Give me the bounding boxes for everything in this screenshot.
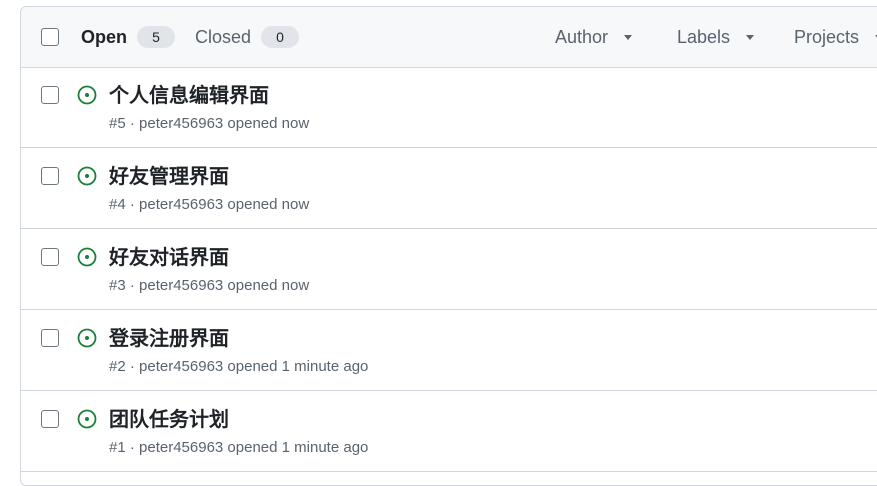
issue-checkbox[interactable]: [41, 167, 59, 185]
issue-row[interactable]: 登录注册界面 #2 · peter456963 opened 1 minute …: [21, 310, 877, 391]
triangle-down-icon: [624, 34, 633, 40]
closed-count-badge: 0: [261, 26, 300, 48]
issue-title-link[interactable]: 登录注册界面: [109, 322, 229, 351]
issue-title-link[interactable]: 好友管理界面: [109, 160, 229, 189]
issue-title-link[interactable]: 个人信息编辑界面: [109, 79, 269, 108]
issue-title-link[interactable]: 好友对话界面: [109, 241, 229, 270]
triangle-down-icon: [746, 34, 755, 40]
issue-checkbox[interactable]: [41, 410, 59, 428]
projects-filter-dropdown[interactable]: Projects: [794, 25, 877, 49]
tab-closed-label: Closed: [195, 26, 252, 47]
tab-closed[interactable]: Closed 0: [195, 25, 300, 49]
select-all-checkbox[interactable]: [41, 28, 59, 46]
issue-row[interactable]: 个人信息编辑界面 #5 · peter456963 opened now: [21, 67, 877, 148]
author-filter-dropdown[interactable]: Author: [555, 25, 633, 49]
issues-list-header: Open 5 Closed 0 Author Labels Projects: [21, 7, 877, 68]
issue-opened-icon: [77, 328, 97, 348]
issue-row[interactable]: 团队任务计划 #1 · peter456963 opened 1 minute …: [21, 391, 877, 472]
open-count-badge: 5: [137, 26, 176, 48]
issue-meta: #2 · peter456963 opened 1 minute ago: [109, 358, 369, 375]
issue-title-link[interactable]: 团队任务计划: [109, 403, 229, 432]
issue-opened-icon: [77, 409, 97, 429]
issue-checkbox[interactable]: [41, 248, 59, 266]
projects-filter-label: Projects: [794, 26, 860, 47]
labels-filter-label: Labels: [677, 26, 731, 47]
issue-checkbox[interactable]: [41, 329, 59, 347]
issues-list-box: Open 5 Closed 0 Author Labels Projects 个…: [20, 6, 877, 486]
issue-opened-icon: [77, 247, 97, 267]
labels-filter-dropdown[interactable]: Labels: [677, 25, 755, 49]
tab-open-label: Open: [81, 26, 128, 47]
tab-open[interactable]: Open 5: [81, 25, 176, 49]
issue-meta: #3 · peter456963 opened now: [109, 277, 310, 294]
issue-checkbox[interactable]: [41, 86, 59, 104]
issue-row[interactable]: 好友对话界面 #3 · peter456963 opened now: [21, 229, 877, 310]
issue-opened-icon: [77, 85, 97, 105]
issue-meta: #4 · peter456963 opened now: [109, 196, 310, 213]
author-filter-label: Author: [555, 26, 609, 47]
issue-opened-icon: [77, 166, 97, 186]
issue-meta: #1 · peter456963 opened 1 minute ago: [109, 439, 369, 456]
issue-row[interactable]: 好友管理界面 #4 · peter456963 opened now: [21, 148, 877, 229]
issue-meta: #5 · peter456963 opened now: [109, 115, 310, 132]
